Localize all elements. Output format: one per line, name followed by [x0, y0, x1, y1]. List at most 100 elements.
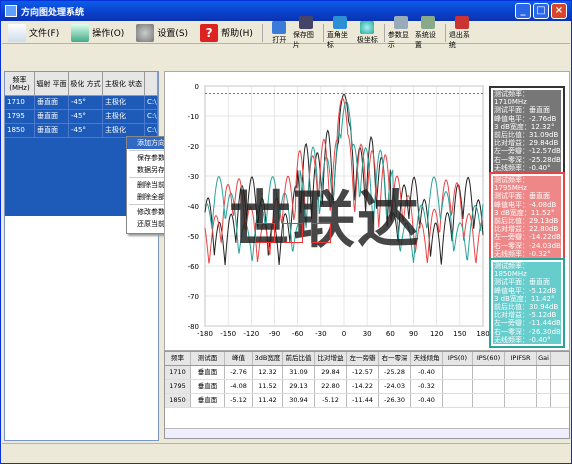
results-col-header[interactable]: 前后比值 — [283, 352, 315, 365]
results-col-header[interactable]: 右一零深 — [379, 352, 411, 365]
info-line: 无线频率：-0.40° — [493, 163, 561, 173]
results-cell — [473, 394, 505, 407]
menu-help[interactable]: ? 帮助(H) — [200, 23, 253, 43]
data-list-row[interactable]: 1710 垂直面 -45° 主极化 C:\ — [5, 96, 158, 110]
help-icon: ? — [200, 23, 219, 42]
col-polar[interactable]: 极化 方式 — [69, 72, 103, 95]
results-cell: 1795 — [165, 380, 191, 393]
x-tick-label: -30 — [315, 330, 326, 338]
col-state[interactable]: 主极化 状态 — [103, 72, 145, 95]
open-button[interactable]: 打开 — [266, 20, 293, 45]
results-col-header[interactable]: IPS(0) — [443, 352, 473, 365]
col-plane[interactable]: 辐射 平面 — [35, 72, 69, 95]
cartesian-button[interactable]: 直角坐标 — [327, 15, 354, 50]
info-box: 测试频率：1795MHz 测试平面：垂直面 峰值电平：-4.08dB 3 dB宽度：1… — [489, 172, 565, 263]
watermark-box — [255, 223, 275, 243]
data-list-cell: 垂直面 — [35, 110, 69, 123]
results-cell: 11.42 — [253, 394, 283, 407]
data-list-cell: 主极化 — [103, 96, 145, 109]
x-tick-label: -120 — [243, 330, 259, 338]
x-tick-label: -150 — [220, 330, 236, 338]
results-cell: -14.22 — [347, 380, 379, 393]
close-button[interactable]: × — [551, 3, 567, 19]
save-image-button[interactable]: 保存图片 — [293, 15, 320, 50]
results-cell: -0.40 — [411, 394, 443, 407]
y-tick-label: -70 — [188, 293, 199, 301]
results-col-header[interactable]: 3dB宽度 — [253, 352, 283, 365]
results-col-header[interactable]: IPIFSR — [505, 352, 537, 365]
info-line: 峰值电平：-5.12dB — [493, 286, 561, 295]
app-icon — [5, 5, 17, 17]
param-display-button[interactable]: 参数显示 — [388, 15, 415, 50]
toolbar-separator — [261, 23, 263, 42]
info-line: 左一旁瓣：-11.44dB — [493, 319, 561, 328]
info-line: 测试平面：垂直面 — [493, 106, 561, 115]
results-col-header[interactable]: 左一旁瓣 — [347, 352, 379, 365]
info-line: 右一零深：-24.03dB — [493, 241, 561, 250]
results-cell — [537, 366, 551, 379]
results-cell: -26.30 — [379, 394, 411, 407]
results-col-header[interactable]: 峰值 — [225, 352, 253, 365]
results-col-header[interactable]: 测试面 — [191, 352, 225, 365]
minimize-button[interactable]: _ — [515, 3, 531, 19]
exit-button[interactable]: 退出系统 — [449, 15, 476, 50]
info-line: 峰值电平：-4.08dB — [493, 200, 561, 209]
results-cell: 垂直面 — [191, 380, 225, 393]
info-line: 测试平面：垂直面 — [493, 278, 561, 287]
horizontal-scrollbar[interactable] — [165, 428, 569, 438]
info-line: 前后比值：31.09dB — [493, 131, 561, 140]
results-col-header[interactable]: 天线倾角 — [411, 352, 443, 365]
results-cell — [443, 380, 473, 393]
info-line: 3 dB宽度：11.52° — [493, 208, 561, 218]
data-list-cell: 垂直面 — [35, 96, 69, 109]
info-line: 前后比值：30.94dB — [493, 303, 561, 312]
watermark-box — [311, 223, 331, 243]
x-tick-label: -90 — [269, 330, 280, 338]
results-cell: -24.03 — [379, 380, 411, 393]
menu-operate[interactable]: 操作(O) — [71, 23, 124, 43]
results-table: 频率 测试面 峰值 3dB宽度 前后比值 比对增益 左一旁瓣 右一零深 天线倾角 IPS(0) IP… — [164, 351, 570, 439]
results-row[interactable]: 1795 垂直面 -4.08 11.52 29.13 22.80 -14.22 -24.03-… — [165, 380, 569, 394]
polar-icon — [360, 20, 375, 34]
info-line: 3 dB宽度：12.32° — [493, 122, 561, 132]
results-cell: -0.32 — [411, 380, 443, 393]
results-col-header[interactable]: 比对增益 — [315, 352, 347, 365]
info-line: 无线频率：-0.32° — [493, 249, 561, 259]
info-line: 峰值电平：-2.76dB — [493, 114, 561, 123]
maximize-button[interactable]: □ — [533, 3, 549, 19]
results-cell: -5.12 — [225, 394, 253, 407]
x-tick-label: 60 — [386, 330, 395, 338]
results-cell — [473, 366, 505, 379]
status-bar — [2, 443, 570, 463]
results-col-header[interactable]: 频率 — [165, 352, 191, 365]
y-tick-label: -10 — [188, 113, 199, 121]
polar-button[interactable]: 极坐标 — [354, 20, 381, 45]
info-line: 右一零深：-26.30dB — [493, 327, 561, 336]
x-tick-label: 180 — [476, 330, 489, 338]
menu-settings[interactable]: 设置(S) — [136, 23, 188, 43]
x-tick-label: 90 — [409, 330, 418, 338]
results-col-header[interactable]: Gai — [537, 352, 551, 365]
system-settings-button[interactable]: 系统设置 — [415, 15, 442, 50]
info-line: 左一旁瓣：-12.57dB — [493, 147, 561, 156]
results-cell — [505, 380, 537, 393]
results-table-header: 频率 测试面 峰值 3dB宽度 前后比值 比对增益 左一旁瓣 右一零深 天线倾角 IPS(0) IP… — [165, 352, 569, 366]
x-tick-label: -180 — [197, 330, 213, 338]
col-freq[interactable]: 频率 (MHz) — [5, 72, 35, 95]
watermark: 世联达 — [229, 183, 422, 256]
exit-icon — [455, 15, 470, 29]
results-cell: 29.84 — [315, 366, 347, 379]
y-tick-label: -30 — [188, 173, 199, 181]
results-cell: 垂直面 — [191, 394, 225, 407]
tools-icon — [71, 23, 90, 42]
results-cell: -25.28 — [379, 366, 411, 379]
y-tick-label: -40 — [188, 203, 199, 211]
info-box: 测试频率：1850MHz 测试平面：垂直面 峰值电平：-5.12dB 3 dB宽度：1… — [489, 258, 565, 349]
y-tick-label: -20 — [188, 143, 199, 151]
menu-file[interactable]: 文件(F) — [8, 23, 59, 43]
results-col-header[interactable]: IPS(60) — [473, 352, 505, 365]
results-row[interactable]: 1710 垂直面 -2.76 12.32 31.09 29.84 -12.57 -25.28-… — [165, 366, 569, 380]
results-cell: 1710 — [165, 366, 191, 379]
data-list-row[interactable]: 1795 垂直面 -45° 主极化 C:\ — [5, 110, 158, 124]
results-row[interactable]: 1850 垂直面 -5.12 11.42 30.94 -5.12 -11.44 -26.30-… — [165, 394, 569, 408]
